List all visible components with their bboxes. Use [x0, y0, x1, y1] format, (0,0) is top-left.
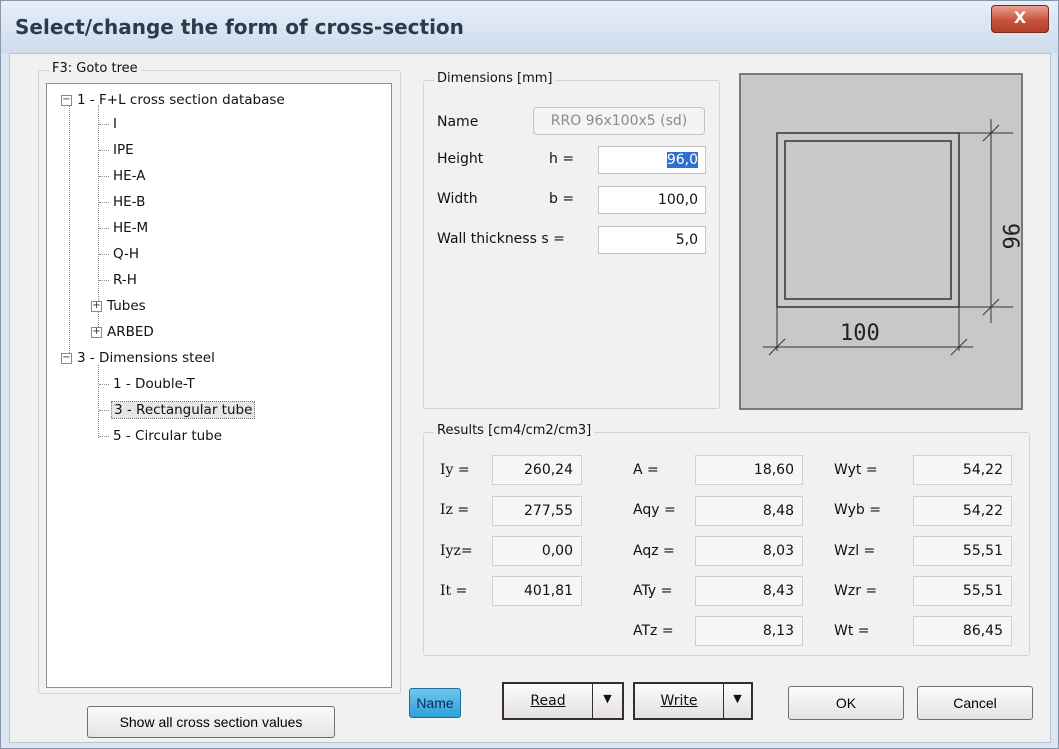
result-value-a: 18,60 [695, 455, 803, 485]
tree-node-r-h[interactable]: R-H [111, 268, 139, 292]
name-button[interactable]: Name [409, 688, 461, 718]
width-label: Width [437, 191, 478, 207]
wall-thickness-input[interactable]: 5,0 [598, 226, 706, 254]
width-input[interactable]: 100,0 [598, 186, 706, 214]
tree-branch [99, 436, 109, 437]
result-label-atz: ATz = [633, 623, 674, 639]
tree-branch [99, 202, 109, 203]
tree-node-rectangular-tube[interactable]: 3 - Rectangular tube [111, 398, 256, 422]
tree-node-he-a[interactable]: HE-A [111, 164, 148, 188]
result-label-wyt: Wyt = [834, 462, 878, 478]
tree-node-he-b[interactable]: HE-B [111, 190, 147, 214]
show-all-values-button[interactable]: Show all cross section values [87, 706, 335, 738]
tree-line [69, 105, 70, 355]
result-label-iy: Iy = [440, 462, 470, 478]
tree-node-tubes[interactable]: + Tubes [91, 294, 148, 318]
result-value-wyt: 54,22 [913, 455, 1012, 485]
dimension-height-label: 96 [997, 223, 1021, 250]
result-value-iyz: 0,00 [492, 536, 582, 566]
result-value-wyb: 54,22 [913, 496, 1012, 526]
result-label-iz: Iz = [440, 502, 470, 518]
result-value-wzr: 55,51 [913, 576, 1012, 606]
tree-line [98, 365, 99, 438]
result-label-wzl: Wzl = [834, 543, 876, 559]
result-value-aqy: 8,48 [695, 496, 803, 526]
result-label-wzr: Wzr = [834, 583, 878, 599]
result-value-aqz: 8,03 [695, 536, 803, 566]
tree-node-fl-database[interactable]: −1 - F+L cross section database [61, 88, 287, 112]
dimensions-group-label: Dimensions [mm] [434, 71, 556, 86]
name-field: RRO 96x100x5 (sd) [533, 107, 705, 135]
write-button[interactable]: Write [635, 684, 723, 718]
window-title: Select/change the form of cross-section [15, 15, 464, 39]
results-group-label: Results [cm4/cm2/cm3] [434, 423, 595, 438]
dimension-width-label: 100 [840, 321, 880, 346]
read-button[interactable]: Read [504, 684, 592, 718]
height-symbol: h = [549, 151, 575, 167]
result-label-it: It = [440, 583, 468, 599]
result-value-it: 401,81 [492, 576, 582, 606]
tree-node-q-h[interactable]: Q-H [111, 242, 141, 266]
result-value-atz: 8,13 [695, 616, 803, 646]
tree-node-i[interactable]: I [111, 112, 119, 136]
wall-thickness-label: Wall thickness s = [437, 231, 565, 247]
result-value-wzl: 55,51 [913, 536, 1012, 566]
tree-node-dimensions-steel[interactable]: −3 - Dimensions steel [61, 346, 217, 370]
result-value-iy: 260,24 [492, 455, 582, 485]
read-dropdown-arrow-icon[interactable]: ▼ [593, 684, 622, 718]
write-split-button: Write ▼ [633, 682, 753, 720]
tree-node-double-t[interactable]: 1 - Double-T [111, 372, 197, 396]
result-label-iyz: Iyz= [440, 543, 473, 559]
collapse-icon[interactable]: − [61, 94, 72, 106]
result-label-a: A = [633, 462, 659, 478]
write-dropdown-arrow-icon[interactable]: ▼ [724, 684, 751, 718]
tree-node-circular-tube[interactable]: 5 - Circular tube [111, 424, 224, 448]
title-bar[interactable]: Select/change the form of cross-section … [1, 1, 1058, 53]
height-label: Height [437, 151, 484, 167]
tree-branch [99, 176, 109, 177]
result-value-aty: 8,43 [695, 576, 803, 606]
result-label-wyb: Wyb = [834, 502, 881, 518]
tree-node-ipe[interactable]: IPE [111, 138, 136, 162]
expand-icon[interactable]: + [91, 326, 102, 338]
close-button[interactable]: X [991, 5, 1049, 33]
tree-branch [99, 280, 109, 281]
name-label: Name [437, 114, 479, 130]
result-label-wt: Wt = [834, 623, 870, 639]
tree-branch [99, 384, 109, 385]
tree-group-label: F3: Goto tree [49, 61, 141, 76]
tree-branch [99, 150, 109, 151]
result-value-iz: 277,55 [492, 496, 582, 526]
result-label-aqy: Aqy = [633, 502, 676, 518]
result-label-aqz: Aqz = [633, 543, 675, 559]
expand-icon[interactable]: + [91, 300, 102, 312]
read-split-button: Read ▼ [502, 682, 624, 720]
tree-branch [99, 254, 109, 255]
cross-section-preview: 96 100 [739, 73, 1023, 410]
section-tree[interactable]: −1 - F+L cross section database I IPE HE… [46, 83, 392, 688]
result-value-wt: 86,45 [913, 616, 1012, 646]
rectangular-tube-drawing: 96 100 [763, 119, 1022, 356]
tree-branch [99, 124, 109, 125]
tree-node-arbed[interactable]: + ARBED [91, 320, 156, 344]
height-input[interactable]: 96,0 [598, 146, 706, 174]
result-label-aty: ATy = [633, 583, 673, 599]
width-symbol: b = [549, 191, 575, 207]
ok-button[interactable]: OK [788, 686, 904, 720]
collapse-icon[interactable]: − [61, 352, 72, 364]
cancel-button[interactable]: Cancel [917, 686, 1033, 720]
tree-branch [99, 410, 109, 411]
tree-node-he-m[interactable]: HE-M [111, 216, 150, 240]
tree-branch [99, 228, 109, 229]
